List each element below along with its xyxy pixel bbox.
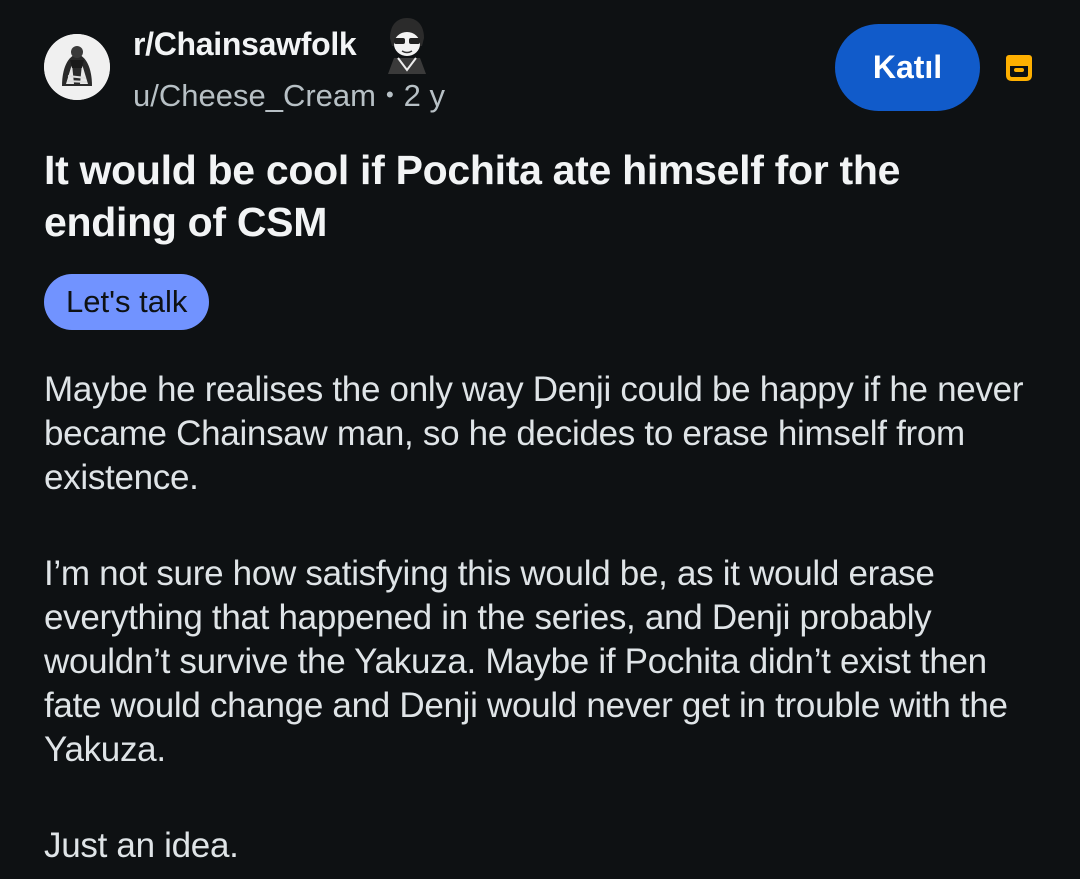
join-button[interactable]: Katıl — [835, 24, 980, 111]
author-link[interactable]: u/Cheese_Cream — [133, 78, 376, 113]
post-body: Maybe he realises the only way Denji cou… — [44, 368, 1044, 879]
post-age: 2 y — [403, 78, 446, 113]
archive-icon — [1003, 51, 1035, 83]
meta-separator: • — [385, 82, 394, 107]
user-flair-image — [380, 16, 434, 74]
post-meta: u/Cheese_Cream • 2 y — [133, 78, 445, 114]
body-paragraph: Maybe he realises the only way Denji cou… — [44, 370, 1024, 497]
subreddit-name[interactable]: r/Chainsawfolk — [133, 26, 357, 63]
post-title: It would be cool if Pochita ate himself … — [44, 147, 901, 245]
body-paragraph: Just an idea. — [44, 826, 239, 865]
post-flair[interactable]: Let's talk — [44, 274, 210, 330]
body-paragraph: I’m not sure how satisfying this would b… — [44, 554, 1008, 769]
subreddit-avatar[interactable] — [44, 34, 110, 100]
post-page: r/Chainsawfolk u/Cheese_Cream • 2 y Katıl … — [0, 0, 1080, 879]
